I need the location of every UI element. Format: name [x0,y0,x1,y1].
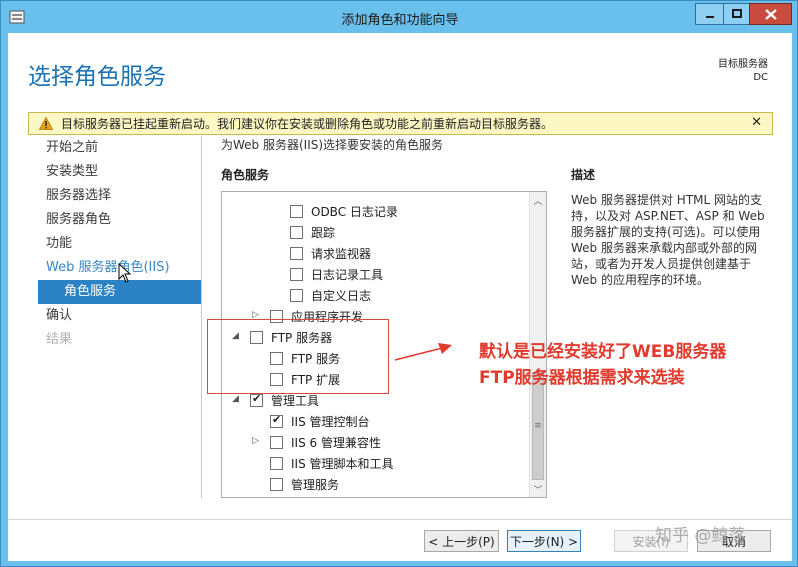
close-button[interactable] [749,3,792,25]
mouse-cursor-icon [118,263,132,283]
checkbox[interactable] [270,435,283,449]
annotation-arrow-icon [394,343,452,361]
tree-item-label: IIS 管理脚本和工具 [291,456,394,471]
nav-item[interactable]: 服务器角色 [38,208,201,232]
checkbox[interactable] [270,456,283,470]
next-button[interactable]: 下一步(N) > [507,530,581,552]
close-icon [764,8,777,20]
destination-server-label: 目标服务器 [718,59,768,70]
minimize-button[interactable] [695,3,724,25]
checkbox[interactable] [270,477,283,491]
page-title: 选择角色服务 [28,64,166,90]
tree-item[interactable]: IIS 管理控制台 [270,411,370,431]
destination-server-name: DC [753,72,768,83]
checkbox[interactable] [250,392,263,407]
nav-item[interactable]: 确认 [38,304,201,328]
description-text: Web 服务器提供对 HTML 网站的支持，以及对 ASP.NET、ASP 和 … [571,193,765,287]
title-bar[interactable]: 添加角色和功能向导 [1,1,798,33]
nav-item: 结果 [46,332,73,347]
warning-text: 目标服务器已挂起重新启动。我们建议你在安装或删除角色或功能之前重新启动目标服务器… [61,117,554,131]
maximize-button[interactable] [723,3,750,25]
expand-arrow-icon[interactable]: ▷ [252,436,259,446]
nav-item[interactable]: 功能 [38,232,201,256]
tree-item[interactable]: 跟踪 [290,222,335,242]
checkbox[interactable] [290,267,303,281]
annotation-note: 默认是已经安装好了WEB服务器 FTP服务器根据需求来选装 [479,339,726,391]
warning-dismiss-button[interactable]: ✕ [751,115,762,130]
tree-item-label: 管理工具 [271,393,320,408]
tree-item[interactable]: 自定义日志 [290,285,371,305]
tree-item[interactable]: IIS 管理脚本和工具 [270,453,394,473]
tree-item-label: 日志记录工具 [311,267,384,282]
minimize-icon [705,16,714,18]
warning-icon [39,117,53,130]
footer-divider [8,519,792,520]
checkbox[interactable] [290,204,303,218]
tree-item-label: ODBC 日志记录 [311,204,398,219]
watermark-text: 知乎 @鲸落 [655,526,746,546]
destination-server: 目标服务器 DC [718,58,768,84]
previous-button[interactable]: < 上一步(P) [424,530,499,552]
window-title: 添加角色和功能向导 [341,13,459,28]
checkbox[interactable] [270,413,283,428]
checkbox[interactable] [290,288,303,302]
tree-item-label: 自定义日志 [311,288,372,303]
annotation-highlight-box [207,319,389,394]
tree-item[interactable]: ODBC 日志记录 [290,201,398,221]
tree-item[interactable]: 请求监视器 [290,243,371,263]
checkbox[interactable] [290,225,303,239]
tree-item-label: 请求监视器 [311,246,372,261]
role-services-header: 角色服务 [221,168,270,182]
collapse-arrow-icon[interactable]: ◢ [232,394,239,404]
nav-divider [201,136,202,498]
tree-item[interactable]: IIS 6 管理兼容性 [270,432,381,452]
wizard-client-area: 选择角色服务 目标服务器 DC 目标服务器已挂起重新启动。我们建议你在安装或删除… [8,33,792,561]
nav-item[interactable]: 角色服务 [38,280,201,304]
wizard-window: 添加角色和功能向导 选择角色服务 目标服务器 DC 目标服务器已挂起重新启动。我… [0,0,798,567]
tree-item[interactable]: 管理服务 [270,474,339,494]
maximize-icon [731,9,742,18]
nav-item[interactable]: 安装类型 [38,160,201,184]
nav-item[interactable]: 开始之前 [38,136,201,160]
tree-item-label: IIS 6 管理兼容性 [291,435,381,450]
checkbox[interactable] [290,246,303,260]
tree-item-label: 跟踪 [311,225,336,240]
description-header: 描述 [571,168,596,182]
scroll-up-button[interactable]: ︿ [530,192,546,208]
restart-warning-bar: 目标服务器已挂起重新启动。我们建议你在安装或删除角色或功能之前重新启动目标服务器… [28,112,773,135]
role-services-instructions: 为Web 服务器(IIS)选择要安装的角色服务 [221,138,444,152]
tree-item[interactable]: 日志记录工具 [290,264,383,284]
nav-item[interactable]: 服务器选择 [38,184,201,208]
annotation-line-1: 默认是已经安装好了WEB服务器 [479,342,727,362]
tree-item-label: IIS 管理控制台 [291,414,370,429]
wizard-nav: 开始之前 安装类型 服务器选择 服务器角色 功能 Web 服务器角色(IIS) 角色服务 确认… [38,136,201,352]
annotation-line-2: FTP服务器根据需求来选装 [479,368,685,388]
scroll-down-button[interactable]: ﹀ [530,481,546,497]
tree-item-label: 管理服务 [291,477,340,492]
